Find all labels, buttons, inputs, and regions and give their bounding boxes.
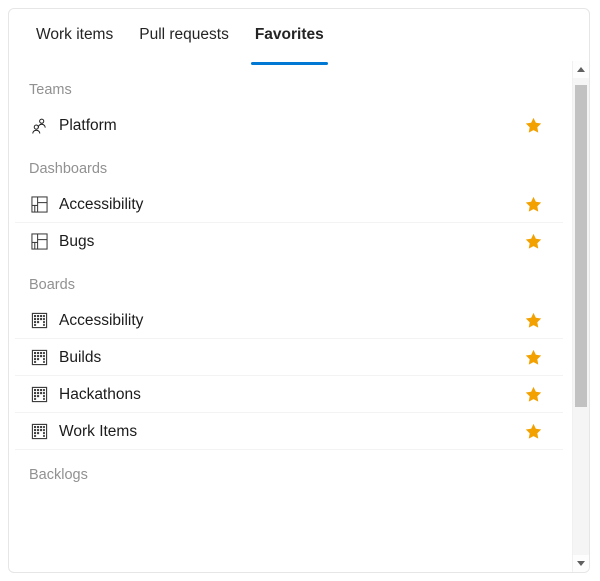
list-item-label: Accessibility (59, 311, 144, 329)
tabstrip: Work items Pull requests Favorites (9, 9, 589, 65)
section-header-boards: Boards (29, 277, 75, 293)
dashboard-tiles-icon (29, 232, 49, 252)
favorites-panel: Work items Pull requests Favorites Teams (8, 8, 590, 573)
list-item[interactable]: Accessibility (9, 186, 569, 223)
tab-label: Favorites (254, 26, 324, 43)
board-kanban-icon (29, 348, 49, 368)
team-people-icon (29, 116, 49, 136)
list-item[interactable]: Builds (9, 339, 569, 376)
section-header-backlogs: Backlogs (29, 467, 88, 483)
scroll-up-arrow-icon[interactable] (573, 61, 589, 78)
favorites-list-viewport: Teams Platform Dashboards Accessibility … (9, 61, 589, 572)
list-item-label: Platform (59, 116, 117, 134)
favorite-star-icon[interactable] (521, 230, 545, 254)
favorite-star-icon[interactable] (521, 193, 545, 217)
list-item-label: Bugs (59, 232, 95, 250)
tab-label: Work items (36, 26, 114, 43)
scrollbar-track[interactable] (573, 78, 589, 555)
list-item[interactable]: Platform (9, 107, 569, 144)
list-item[interactable]: Bugs (9, 223, 569, 260)
favorite-star-icon[interactable] (521, 420, 545, 444)
board-kanban-icon (29, 385, 49, 405)
tab-pull-requests[interactable]: Pull requests (131, 9, 237, 45)
favorite-star-icon[interactable] (521, 383, 545, 407)
list-item[interactable]: Accessibility (9, 302, 569, 339)
board-kanban-icon (29, 422, 49, 442)
list-item-label: Hackathons (59, 385, 141, 403)
dashboard-tiles-icon (29, 195, 49, 215)
favorite-star-icon[interactable] (521, 114, 545, 138)
arrow-glyph (577, 67, 585, 72)
favorites-list: Teams Platform Dashboards Accessibility … (9, 61, 569, 492)
favorite-star-icon[interactable] (521, 346, 545, 370)
board-kanban-icon (29, 311, 49, 331)
list-item-label: Builds (59, 348, 102, 366)
favorite-star-icon[interactable] (521, 309, 545, 333)
list-item[interactable]: Work Items (9, 413, 569, 450)
tab-work-items[interactable]: Work items (28, 9, 121, 45)
section-header-dashboards: Dashboards (29, 161, 108, 177)
list-item[interactable]: Hackathons (9, 376, 569, 413)
tab-label: Pull requests (139, 26, 229, 43)
tab-favorites[interactable]: Favorites (247, 9, 332, 65)
arrow-glyph (577, 561, 585, 566)
scrollbar-thumb[interactable] (575, 85, 587, 407)
list-item-label: Work Items (59, 422, 138, 440)
section-header-teams: Teams (29, 82, 72, 98)
scroll-down-arrow-icon[interactable] (573, 555, 589, 572)
list-item-label: Accessibility (59, 195, 144, 213)
vertical-scrollbar[interactable] (572, 61, 589, 572)
